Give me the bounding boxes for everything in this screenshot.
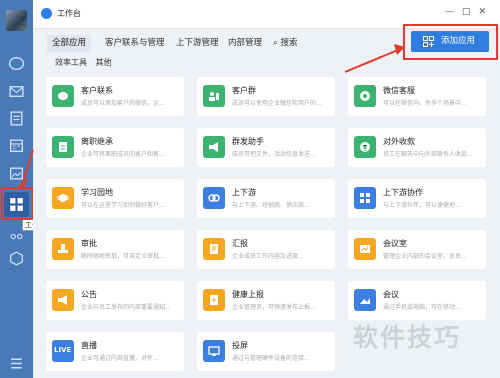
app-name: 客户联系 [81, 86, 113, 95]
app-description: 与上下游、经销商、供应商... [232, 202, 310, 209]
app-card[interactable]: 微信客服可以在微信内、外多个场景中... [348, 77, 486, 116]
live-badge: LIVE [54, 346, 72, 354]
doc-icon [52, 136, 74, 158]
live-icon: LIVE [52, 340, 74, 362]
tab-all-apps[interactable]: 全部应用 [47, 35, 92, 52]
app-description: 随时随地审批，可自定义审批... [81, 253, 165, 260]
document-icon[interactable] [8, 110, 25, 127]
app-card[interactable]: 群发助手成员可把文件、活动信息发送... [197, 128, 335, 167]
grid-icon [354, 187, 376, 209]
app-description: 成员可以使用企业微信和用户的... [232, 100, 322, 107]
workbench-logo-icon [41, 8, 52, 19]
announce-icon [52, 289, 74, 311]
app-card[interactable]: 对外收款员工在聊天中向外部联系人收款... [348, 128, 486, 167]
app-description: 可以在这里学习如何做好客户... [81, 202, 165, 209]
app-description: 企业可通过内部直播，对外... [81, 355, 159, 362]
annotation-box-add [403, 24, 498, 60]
app-name: 对外收款 [383, 137, 415, 146]
tab-upstream[interactable]: 上下游管理 [176, 35, 219, 52]
payment-icon [354, 136, 376, 158]
group-icon [203, 85, 225, 107]
app-name: 投屏 [232, 341, 248, 350]
app-description: 管理企业内部的会议室，员员... [383, 253, 467, 260]
megaphone-icon [203, 136, 225, 158]
app-description: 企业可将离职成员的客户和客... [81, 151, 165, 158]
app-card[interactable]: 上下游协作与上下游伙伴，可以便捷地... [348, 179, 486, 218]
report-icon [203, 238, 225, 260]
app-card[interactable]: 汇报企业成员工作内容及进度... [197, 230, 335, 269]
meeting-icon [354, 289, 376, 311]
app-description: 与上下游伙伴，可以便捷地... [383, 202, 461, 209]
app-name: 健康上报 [232, 290, 264, 299]
cast-icon [203, 340, 225, 362]
search-label: 搜索 [280, 38, 298, 48]
app-card[interactable]: 上下游与上下游、经销商、供应商... [197, 179, 335, 218]
meeting-room-icon [354, 238, 376, 260]
app-description: 通过手机或电脑，可在移动... [383, 304, 461, 311]
app-name: 会议 [383, 290, 399, 299]
tab-other[interactable]: 其他 [96, 58, 112, 67]
health-icon [203, 289, 225, 311]
calendar-icon[interactable] [8, 137, 25, 154]
planet-icon [52, 187, 74, 209]
main-panel: 工作台 —□✕ 全部应用 客户联系与管理 上下游管理 内部管理 ⌕ 搜索 添加应… [33, 0, 500, 378]
chat-icon [52, 85, 74, 107]
app-card[interactable]: 离职继承企业可将离职成员的客户和客... [46, 128, 184, 167]
app-card[interactable]: 健康上报企业管理员，可快速发布上报... [197, 281, 335, 320]
watermark: 软件技巧 [353, 323, 462, 352]
message-icon[interactable] [8, 55, 25, 72]
window-controls[interactable]: —□✕ [445, 7, 494, 17]
avatar[interactable] [6, 10, 27, 31]
app-description: 通过与管理硬件设备的连接... [232, 355, 310, 362]
folder-icon[interactable] [8, 165, 25, 182]
app-name: 学习园地 [81, 188, 113, 197]
app-description: 可以在微信内、外多个场景中... [383, 100, 467, 107]
app-card[interactable]: 客户联系成员可以添加客户的微信，企... [46, 77, 184, 116]
app-name: 离职继承 [81, 137, 113, 146]
app-description: 企业成员工作内容及进度... [232, 253, 304, 260]
app-card[interactable]: 会议通过手机或电脑，可在移动... [348, 281, 486, 320]
app-name: 上下游 [232, 188, 256, 197]
mail-icon[interactable] [8, 83, 25, 100]
annotation-box-sidebar [1, 187, 34, 220]
subtabs: 效率工具 其他 [55, 57, 112, 68]
tab-internal[interactable]: 内部管理 [228, 35, 262, 52]
app-card[interactable]: 学习园地可以在这里学习如何做好客户... [46, 179, 184, 218]
app-description: 员工在聊天中向外部联系人收款... [383, 151, 473, 158]
stamp-icon [52, 238, 74, 260]
service-icon [354, 85, 376, 107]
app-description: 企业管理员，可快速发布上报... [232, 304, 316, 311]
app-name: 微信客服 [383, 86, 415, 95]
menu-icon[interactable] [8, 355, 25, 372]
link-icon [203, 187, 225, 209]
app-card[interactable]: 投屏通过与管理硬件设备的连接... [197, 332, 335, 371]
app-card[interactable]: 审批随时随地审批，可自定义审批... [46, 230, 184, 269]
app-name: 直播 [81, 341, 97, 350]
app-card[interactable]: 公告企业向员工发布的内部重要通知... [46, 281, 184, 320]
app-description: 成员可以添加客户的微信，企... [81, 100, 165, 107]
app-name: 会议室 [383, 239, 407, 248]
app-card[interactable]: 客户群成员可以使用企业微信和用户的... [197, 77, 335, 116]
tab-efficiency[interactable]: 效率工具 [55, 58, 87, 67]
app-name: 公告 [81, 290, 97, 299]
app-name: 客户群 [232, 86, 256, 95]
app-name: 上下游协作 [383, 188, 423, 197]
app-name: 群发助手 [232, 137, 264, 146]
tab-customer[interactable]: 客户联系与管理 [105, 35, 165, 52]
cube-icon[interactable] [8, 250, 25, 267]
app-description: 成员可把文件、活动信息发送... [232, 151, 316, 158]
app-card[interactable]: LIVE 直播企业可通过内部直播，对外... [46, 332, 184, 371]
app-card[interactable]: 会议室管理企业内部的会议室，员员... [348, 230, 486, 269]
app-description: 企业向员工发布的内部重要通知... [81, 304, 171, 311]
app-name: 汇报 [232, 239, 248, 248]
app-name: 审批 [81, 239, 97, 248]
window-title: 工作台 [57, 9, 81, 18]
search-tab[interactable]: ⌕ 搜索 [273, 35, 297, 52]
